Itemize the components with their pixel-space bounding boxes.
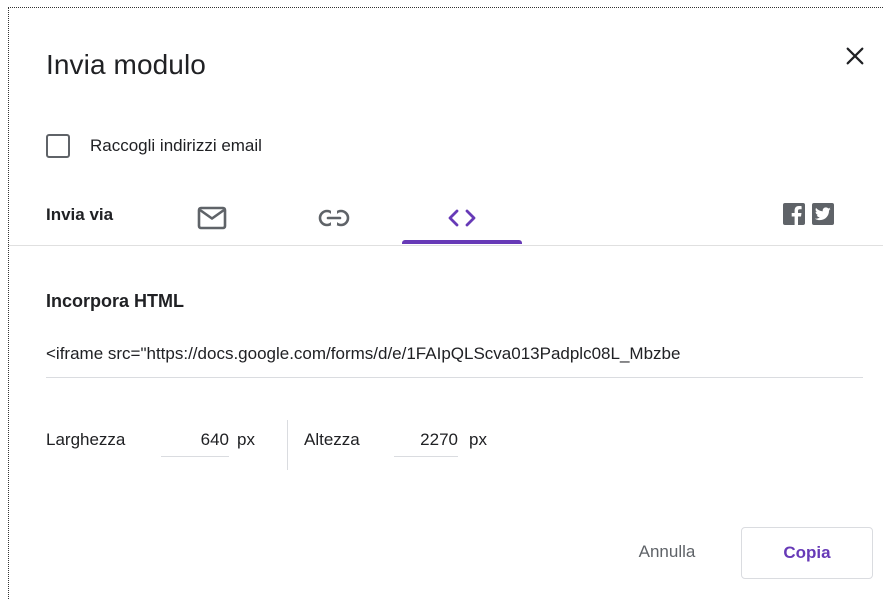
collect-emails-label: Raccogli indirizzi email [90, 136, 262, 155]
height-label: Altezza [304, 430, 360, 449]
close-button[interactable] [839, 40, 871, 72]
height-input[interactable]: 2270 [394, 423, 458, 457]
collect-emails-checkbox[interactable]: Raccogli indirizzi email [46, 132, 262, 160]
checkbox-box[interactable] [46, 134, 70, 158]
facebook-icon [791, 206, 802, 225]
close-icon [846, 47, 864, 65]
tab-email[interactable] [164, 190, 260, 246]
tab-embed[interactable] [402, 190, 522, 246]
copy-button[interactable]: Copia [741, 527, 873, 579]
embed-html-heading: Incorpora HTML [46, 291, 184, 311]
twitter-icon [815, 207, 831, 221]
embed-code-field[interactable]: <iframe src="https://docs.google.com/for… [46, 344, 863, 378]
width-input[interactable]: 640 [161, 423, 229, 457]
dialog-border-left [8, 7, 9, 599]
share-twitter-button[interactable] [812, 203, 834, 225]
cancel-button[interactable]: Annulla [615, 528, 719, 576]
dialog-title: Invia modulo [46, 49, 206, 80]
link-icon [318, 209, 350, 227]
selected-tab-indicator [402, 240, 522, 244]
height-unit: px [469, 430, 487, 449]
send-via-label: Invia via [46, 205, 114, 224]
width-label: Larghezza [46, 430, 126, 449]
tab-link[interactable] [286, 190, 382, 246]
width-unit: px [237, 430, 255, 449]
share-facebook-button[interactable] [783, 203, 805, 225]
dialog-border-top [8, 7, 883, 8]
code-icon [448, 209, 476, 227]
tabs-divider [8, 245, 883, 246]
mail-icon [197, 206, 227, 230]
dimension-separator [287, 420, 288, 470]
